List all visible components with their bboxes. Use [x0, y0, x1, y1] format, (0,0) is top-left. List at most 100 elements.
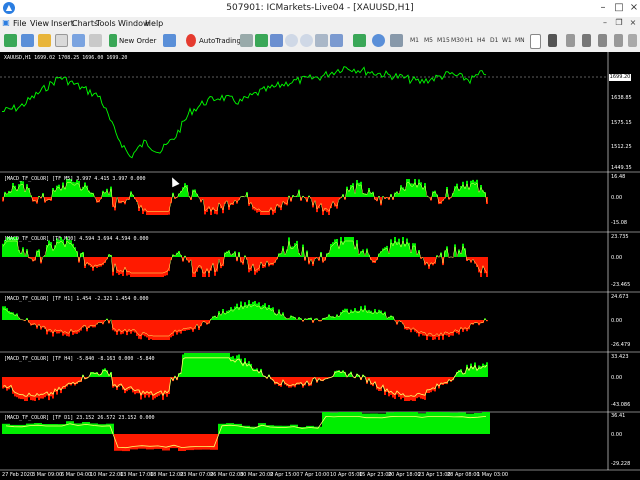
- macd-histogram-bar: [334, 239, 336, 257]
- macd-histogram-bar: [264, 303, 266, 320]
- autotrading-button[interactable]: AutoTrading: [199, 37, 241, 45]
- macd-histogram-bar: [156, 197, 158, 215]
- timeframe-mn[interactable]: MN: [515, 37, 525, 44]
- macd-histogram-bar: [2, 423, 10, 434]
- timeframe-m15[interactable]: M15: [437, 37, 450, 44]
- macd-histogram-bar: [120, 197, 122, 204]
- current-price-tag: 1699.20: [609, 74, 631, 81]
- macd-histogram-bar: [126, 257, 128, 276]
- macd-histogram-bar: [228, 197, 230, 210]
- time-tick: 3 Mar 09:00: [32, 472, 63, 478]
- macd-histogram-bar: [156, 377, 158, 397]
- chart-area[interactable]: XAUUSD,H1 1699.02 1708.25 1696.00 1699.2…: [0, 52, 640, 480]
- macd-histogram-bar: [50, 424, 58, 434]
- autoscroll-icon[interactable]: [330, 34, 343, 47]
- time-tick: 2 Apr 15:00: [270, 472, 300, 478]
- vertical-line-icon[interactable]: [566, 34, 575, 47]
- periods-icon[interactable]: [372, 34, 385, 47]
- macd-histogram-bar: [394, 237, 396, 257]
- terminal-icon[interactable]: [72, 34, 85, 47]
- tile-icon[interactable]: [315, 34, 328, 47]
- macd-histogram-bar: [82, 422, 90, 434]
- navigator-icon[interactable]: [55, 34, 68, 47]
- close-icon[interactable]: ×: [627, 1, 640, 15]
- child-restore-icon[interactable]: ❐: [612, 17, 626, 29]
- horizontal-line-icon[interactable]: [582, 34, 591, 47]
- macd-histogram-bar: [452, 320, 454, 336]
- macd-histogram-bar: [322, 412, 330, 434]
- macd-histogram-bar: [220, 353, 222, 377]
- timeframe-h1[interactable]: H1: [465, 37, 473, 44]
- channel-tool-icon[interactable]: [614, 34, 623, 47]
- new-order-button[interactable]: New Order: [119, 37, 156, 45]
- macd-h4-tick-zero: 0.00: [611, 375, 623, 381]
- autotrading-icon[interactable]: [186, 34, 196, 47]
- macd-h1-tick-top: 24.673: [611, 294, 629, 300]
- timeframe-h4[interactable]: H4: [477, 37, 485, 44]
- macd-histogram-bar: [472, 179, 474, 197]
- templates-icon[interactable]: [390, 34, 403, 47]
- line-tool-icon[interactable]: [598, 34, 607, 47]
- menu-file[interactable]: File: [13, 19, 26, 28]
- menu-help[interactable]: Help: [145, 19, 163, 28]
- macd-histogram-bar: [410, 412, 418, 434]
- macd-histogram-bar: [440, 197, 442, 204]
- macd-d1-tick-top: 36.41: [611, 413, 626, 419]
- menu-tools[interactable]: Tools: [96, 19, 116, 28]
- maximize-icon[interactable]: □: [612, 1, 626, 15]
- price-tick: 1575.15: [611, 120, 632, 126]
- metaeditor-icon[interactable]: [163, 34, 176, 47]
- macd-histogram-bar: [152, 320, 154, 340]
- menu-charts[interactable]: Charts: [72, 19, 98, 28]
- macd-histogram-bar: [208, 353, 210, 377]
- cursor-arrow-icon[interactable]: [548, 34, 557, 47]
- time-tick: 6 Mar 04:00: [61, 472, 92, 478]
- price-tick: 1449.35: [611, 165, 632, 171]
- macd-histogram-bar: [40, 377, 42, 399]
- macd-histogram-bar: [24, 377, 26, 401]
- macd-histogram-bar: [414, 179, 416, 197]
- time-tick: 23 Mar 07:00: [180, 472, 214, 478]
- zoom-in-icon[interactable]: [285, 34, 298, 47]
- macd-histogram-bar: [462, 181, 464, 197]
- macd-m30-tick-zero: 0.00: [611, 255, 623, 261]
- macd-histogram-bar: [40, 320, 42, 330]
- line-chart-icon[interactable]: [270, 34, 283, 47]
- menu-view[interactable]: View: [30, 19, 49, 28]
- macd-histogram-bar: [296, 240, 298, 257]
- new-order-icon[interactable]: [109, 34, 117, 47]
- new-chart-icon[interactable]: [4, 34, 17, 47]
- macd-histogram-bar: [410, 377, 412, 401]
- timeframe-m5[interactable]: M5: [424, 37, 433, 44]
- menu-insert[interactable]: Insert: [51, 19, 74, 28]
- text-tool-icon[interactable]: [628, 34, 637, 47]
- timeframe-m30[interactable]: M30: [451, 37, 464, 44]
- crosshair-cursor-icon[interactable]: [530, 34, 541, 49]
- zoom-out-icon[interactable]: [300, 34, 313, 47]
- minimize-icon[interactable]: –: [596, 1, 610, 15]
- timeframe-d1[interactable]: D1: [490, 37, 498, 44]
- macd-histogram-bar: [460, 369, 462, 377]
- indicators-icon[interactable]: [353, 34, 366, 47]
- bar-chart-icon[interactable]: [240, 34, 253, 47]
- macd-histogram-bar: [458, 320, 460, 335]
- timeframe-m1[interactable]: M1: [410, 37, 419, 44]
- macd-histogram-bar: [92, 257, 94, 271]
- macd-histogram-bar: [18, 377, 20, 399]
- macd-histogram-bar: [118, 257, 120, 275]
- profiles-icon[interactable]: [21, 34, 34, 47]
- macd-histogram-bar: [308, 377, 310, 387]
- timeframe-w1[interactable]: W1: [502, 37, 512, 44]
- toolbar: New Order AutoTrading M1 M5 M15 M30 H1 H…: [0, 31, 640, 53]
- tester-icon[interactable]: [89, 34, 102, 47]
- child-minimize-icon[interactable]: –: [598, 17, 612, 29]
- document-icon[interactable]: ▣: [1, 17, 11, 29]
- macd-histogram-bar: [348, 237, 350, 257]
- macd-histogram-bar: [154, 257, 156, 277]
- macd-histogram-bar: [134, 257, 136, 277]
- macd-histogram-bar: [346, 237, 348, 257]
- market-watch-icon[interactable]: [38, 34, 51, 47]
- candles-icon[interactable]: [255, 34, 268, 47]
- macd-histogram-bar: [166, 257, 168, 276]
- child-close-icon[interactable]: ×: [626, 17, 640, 29]
